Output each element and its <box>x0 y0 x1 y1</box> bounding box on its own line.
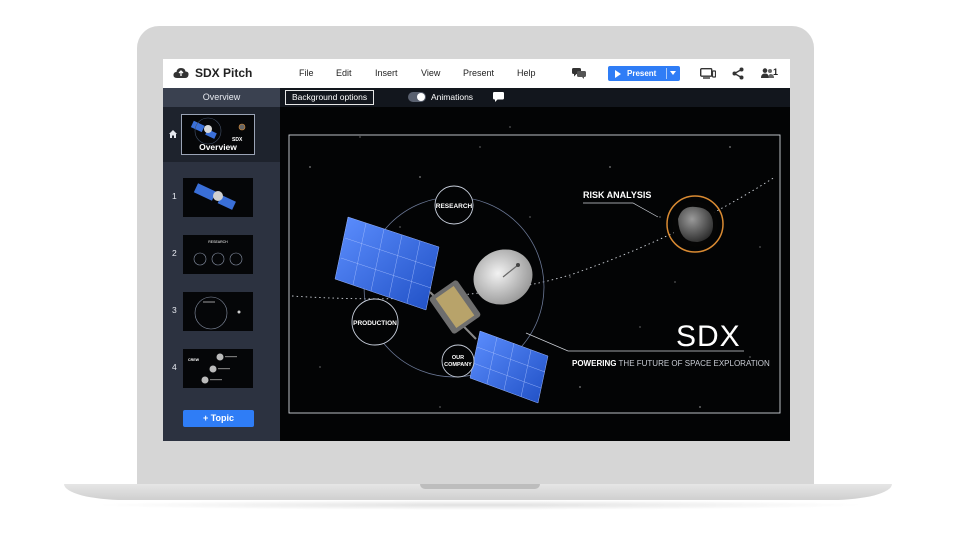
comment-icon[interactable] <box>493 92 504 102</box>
background-options-button[interactable]: Background options <box>285 90 375 105</box>
laptop-notch <box>420 484 540 489</box>
overview-tab[interactable]: Overview <box>163 88 280 107</box>
laptop-shadow <box>90 500 870 510</box>
brand-logo-text: SDX <box>676 320 741 353</box>
tagline: POWERING THE FUTURE OF SPACE EXPLORATION <box>572 359 770 368</box>
present-split-divider <box>666 68 667 79</box>
menu-bar: SDX Pitch File Edit Insert View Present … <box>163 59 790 88</box>
research-topic-label: RESEARCH <box>436 203 473 210</box>
slide-number-1: 1 <box>172 191 177 201</box>
play-icon <box>615 69 621 78</box>
toggle-knob <box>417 93 425 101</box>
menu-present[interactable]: Present <box>463 68 494 78</box>
risk-analysis-leader-line <box>583 202 659 218</box>
slide-1-art <box>193 183 236 210</box>
overview-thumbnail-caption: Overview <box>199 142 237 152</box>
present-button[interactable]: Present <box>608 66 680 81</box>
our-company-label-line1: OUR <box>452 355 464 361</box>
slide-3-art <box>194 296 241 330</box>
menu-edit[interactable]: Edit <box>336 68 352 78</box>
menu-view[interactable]: View <box>421 68 440 78</box>
slide-thumbnail-2[interactable]: RESEARCH <box>183 235 253 274</box>
slide-thumbnail-4[interactable]: CREW <box>183 349 253 388</box>
slide-2-title: RESEARCH <box>208 240 228 244</box>
present-button-label: Present <box>627 69 657 78</box>
collaborators-count: 1 <box>773 67 779 77</box>
slide-canvas[interactable]: RESEARCH PRODUCTION OUR COMPANY RISK ANA… <box>280 107 790 441</box>
slide-number-4: 4 <box>172 362 177 372</box>
overview-row[interactable]: SDX Overview <box>163 107 280 162</box>
slide-number-2: 2 <box>172 248 177 258</box>
stage: SDX Pitch File Edit Insert View Present … <box>0 0 960 540</box>
tagline-bold: POWERING <box>572 359 616 368</box>
tagline-rest: THE FUTURE OF SPACE EXPLORATION <box>616 359 770 368</box>
home-icon <box>169 130 177 138</box>
editor-toolbar: Overview Background options Animations <box>163 88 790 107</box>
app-title: SDX Pitch <box>195 66 253 80</box>
risk-analysis-label: RISK ANALYSIS <box>583 190 651 200</box>
animations-label: Animations <box>431 92 474 102</box>
chat-bubbles-icon[interactable] <box>572 67 586 79</box>
chevron-down-icon[interactable] <box>670 71 676 75</box>
cloud-icon <box>173 68 189 78</box>
our-company-label-line2: COMPANY <box>444 362 472 368</box>
app-logo[interactable]: SDX Pitch <box>173 66 252 80</box>
topics-sidebar: SDX Overview 1 2 RESEARCH 3 4 CREW + Top… <box>163 107 280 441</box>
share-icon[interactable] <box>732 67 744 80</box>
production-topic-label: PRODUCTION <box>353 320 397 327</box>
present-remote-icon[interactable] <box>700 67 716 79</box>
menu-insert[interactable]: Insert <box>375 68 398 78</box>
menu-file[interactable]: File <box>299 68 314 78</box>
add-topic-button[interactable]: + Topic <box>183 410 254 427</box>
animations-toggle[interactable] <box>408 92 426 102</box>
app-screen: SDX Pitch File Edit Insert View Present … <box>163 59 790 441</box>
slide-thumbnail-3[interactable] <box>183 292 253 331</box>
slide-4-label: CREW <box>188 358 200 362</box>
slide-2-art: RESEARCH <box>193 240 243 266</box>
our-company-topic-circle[interactable] <box>441 344 475 378</box>
overview-slide: RESEARCH PRODUCTION OUR COMPANY RISK ANA… <box>288 126 781 414</box>
overview-thumbnail[interactable]: SDX Overview <box>181 114 255 155</box>
slide-thumbnail-1[interactable] <box>183 178 253 217</box>
menu-help[interactable]: Help <box>517 68 536 78</box>
slide-number-3: 3 <box>172 305 177 315</box>
slide-4-art: CREW <box>188 353 237 384</box>
